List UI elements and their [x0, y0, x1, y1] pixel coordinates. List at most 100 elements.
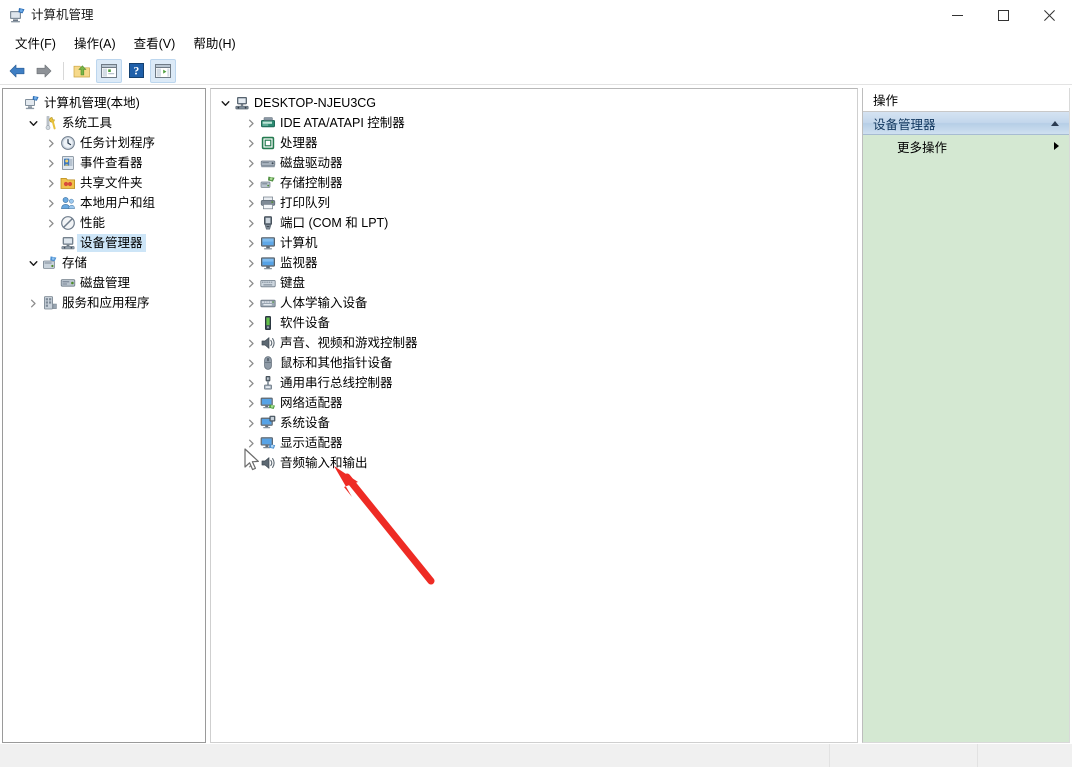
minimize-button[interactable] — [934, 0, 980, 31]
chevron-right-icon[interactable] — [43, 135, 59, 151]
chevron-right-icon[interactable] — [243, 315, 259, 331]
tree-item-label: 网络适配器 — [280, 396, 343, 410]
computer-node-icon — [233, 95, 251, 111]
actions-group-device-manager[interactable]: 设备管理器 — [863, 112, 1069, 135]
chevron-right-icon[interactable] — [243, 235, 259, 251]
chevron-right-icon[interactable] — [43, 195, 59, 211]
action-more-actions[interactable]: 更多操作 — [863, 135, 1069, 157]
chevron-right-icon[interactable] — [243, 255, 259, 271]
back-button[interactable] — [4, 59, 30, 83]
menu-action[interactable]: 操作(A) — [65, 33, 125, 55]
chevron-right-icon[interactable] — [243, 275, 259, 291]
actions-pane: 操作 设备管理器 更多操作 — [862, 88, 1070, 743]
usb-controller-icon — [259, 375, 277, 391]
console-tree-pane: 计算机管理(本地) 系统工具任务计划程序 事件查看器 共享文件夹本地用户和组性能 设备管… — [2, 88, 206, 743]
tree-item-storage[interactable]: 存储 — [3, 253, 205, 273]
device-node-system-devices[interactable]: 系统设备 — [211, 413, 857, 433]
menu-file[interactable]: 文件(F) — [6, 33, 65, 55]
device-node-monitors[interactable]: 监视器 — [211, 253, 857, 273]
tree-item-label: 键盘 — [280, 276, 306, 290]
device-node-storage-controllers[interactable]: 存储控制器 — [211, 173, 857, 193]
close-button[interactable] — [1026, 0, 1072, 31]
menu-view[interactable]: 查看(V) — [125, 33, 185, 55]
tree-item-task-scheduler[interactable]: 任务计划程序 — [3, 133, 205, 153]
event-viewer-icon — [59, 155, 77, 171]
chevron-right-icon[interactable] — [243, 375, 259, 391]
maximize-button[interactable] — [980, 0, 1026, 31]
up-one-level-button[interactable] — [69, 59, 95, 83]
chevron-right-icon[interactable] — [243, 115, 259, 131]
chevron-right-icon[interactable] — [25, 295, 41, 311]
tree-item-label: 系统工具 — [62, 116, 113, 130]
show-hide-action-pane-button[interactable] — [150, 58, 176, 83]
device-node-print-queues[interactable]: 打印队列 — [211, 193, 857, 213]
device-node-software-devices[interactable]: 软件设备 — [211, 313, 857, 333]
status-bar-cell-second — [830, 744, 978, 767]
chevron-down-icon[interactable] — [217, 95, 233, 111]
chevron-right-icon[interactable] — [43, 215, 59, 231]
tree-item-shared-folders[interactable]: 共享文件夹 — [3, 173, 205, 193]
tree-item-label: 存储 — [62, 256, 88, 270]
menu-help[interactable]: 帮助(H) — [184, 33, 244, 55]
device-node-processors[interactable]: 处理器 — [211, 133, 857, 153]
task-scheduler-icon — [59, 135, 77, 151]
device-manager-icon — [59, 235, 77, 251]
help-button[interactable]: ? — [123, 59, 149, 83]
chevron-right-icon[interactable] — [243, 195, 259, 211]
device-node-ide-ata-atapi-controllers[interactable]: IDE ATA/ATAPI 控制器 — [211, 113, 857, 133]
tree-item-label: 声音、视频和游戏控制器 — [280, 336, 418, 350]
chevron-right-icon[interactable] — [243, 175, 259, 191]
chevron-right-icon[interactable] — [243, 335, 259, 351]
tree-item-system-tools[interactable]: 系统工具 — [3, 113, 205, 133]
tree-item-label: 磁盘驱动器 — [280, 156, 343, 170]
system-tools-icon — [41, 115, 59, 131]
device-manager-pane: DESKTOP-NJEU3CG IDE ATA/ATAPI 控制器处理器磁盘驱动器… — [210, 88, 858, 743]
window-controls — [934, 0, 1072, 31]
chevron-right-icon[interactable] — [243, 295, 259, 311]
chevron-down-icon[interactable] — [25, 255, 41, 271]
tree-item-computer-management-local[interactable]: 计算机管理(本地) — [3, 93, 205, 113]
chevron-down-icon[interactable] — [25, 115, 41, 131]
mouse-icon — [259, 355, 277, 371]
chevron-right-icon[interactable] — [43, 155, 59, 171]
device-node-keyboards[interactable]: 键盘 — [211, 273, 857, 293]
chevron-right-icon[interactable] — [243, 155, 259, 171]
chevron-right-icon[interactable] — [43, 175, 59, 191]
tree-item-label: 本地用户和组 — [80, 196, 156, 210]
device-node-sound-video-game-controllers[interactable]: 声音、视频和游戏控制器 — [211, 333, 857, 353]
tree-item-label: DESKTOP-NJEU3CG — [254, 96, 377, 110]
network-adapter-icon — [259, 395, 277, 411]
computer-management-icon — [23, 95, 41, 111]
device-node-ports-com-lpt[interactable]: 端口 (COM 和 LPT) — [211, 213, 857, 233]
software-device-icon — [259, 315, 277, 331]
chevron-right-icon[interactable] — [243, 215, 259, 231]
device-node-desktop-njeu3cg[interactable]: DESKTOP-NJEU3CG — [211, 93, 857, 113]
tree-item-device-manager[interactable]: 设备管理器 — [3, 233, 205, 253]
device-node-mice-and-pointing-devices[interactable]: 鼠标和其他指针设备 — [211, 353, 857, 373]
forward-button[interactable] — [31, 59, 57, 83]
toolbar-separator — [63, 61, 64, 80]
chevron-right-icon[interactable] — [243, 415, 259, 431]
show-hide-console-tree-button[interactable] — [96, 58, 122, 83]
actions-pane-header: 操作 — [863, 88, 1069, 112]
device-node-computer[interactable]: 计算机 — [211, 233, 857, 253]
chevron-right-icon[interactable] — [243, 395, 259, 411]
tree-item-local-users-and-groups[interactable]: 本地用户和组 — [3, 193, 205, 213]
device-node-display-adapters[interactable]: 显示适配器 — [211, 433, 857, 453]
device-node-audio-inputs-and-outputs[interactable]: 音频输入和输出 — [211, 453, 857, 473]
tree-item-performance[interactable]: 性能 — [3, 213, 205, 233]
device-node-network-adapters[interactable]: 网络适配器 — [211, 393, 857, 413]
tree-item-label: 服务和应用程序 — [62, 296, 150, 310]
device-node-human-interface-devices[interactable]: 人体学输入设备 — [211, 293, 857, 313]
device-node-usb-controllers[interactable]: 通用串行总线控制器 — [211, 373, 857, 393]
tree-item-label: 处理器 — [280, 136, 318, 150]
tree-item-event-viewer[interactable]: 事件查看器 — [3, 153, 205, 173]
chevron-right-icon[interactable] — [243, 135, 259, 151]
tree-item-services-and-applications[interactable]: 服务和应用程序 — [3, 293, 205, 313]
tree-item-disk-management[interactable]: 磁盘管理 — [3, 273, 205, 293]
device-node-disk-drives[interactable]: 磁盘驱动器 — [211, 153, 857, 173]
sound-video-game-icon — [259, 335, 277, 351]
chevron-up-icon[interactable] — [1051, 120, 1059, 126]
chevron-right-icon[interactable] — [243, 355, 259, 371]
